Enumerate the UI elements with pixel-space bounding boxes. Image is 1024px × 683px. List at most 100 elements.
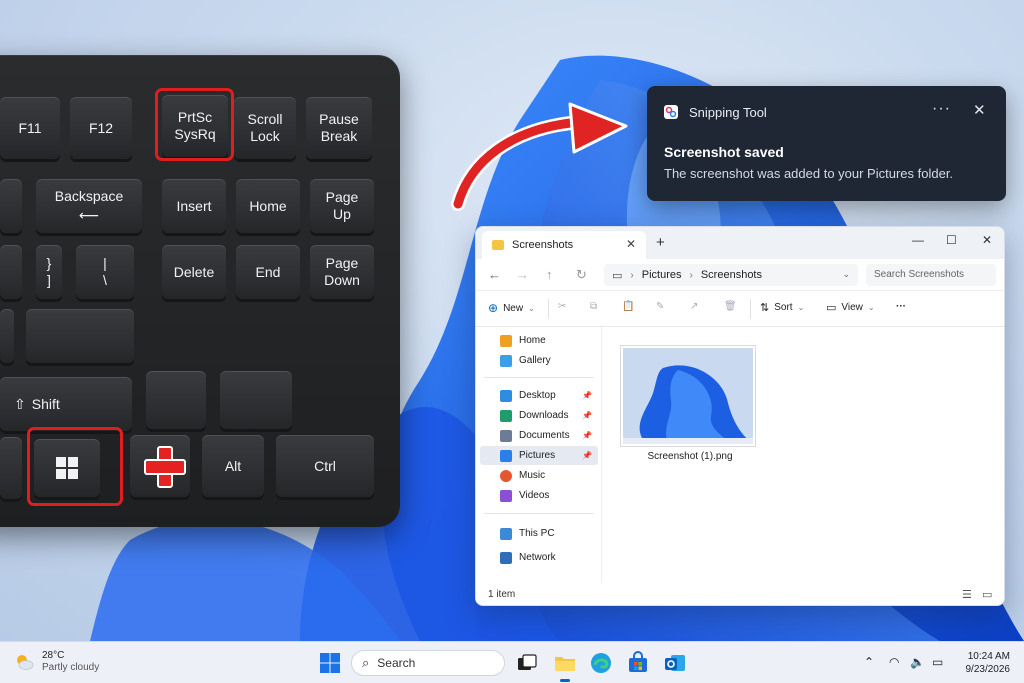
breadcrumb-screenshots[interactable]: Screenshots — [701, 269, 762, 281]
clock[interactable]: 10:24 AM 9/23/2026 — [952, 650, 1011, 676]
windows-start-icon[interactable] — [318, 651, 342, 675]
key-ctrl[interactable]: Ctrl — [276, 435, 374, 497]
chevron-right-icon: › — [689, 269, 693, 281]
home-icon — [500, 334, 512, 347]
sidebar-item-network[interactable]: Network — [480, 548, 598, 567]
battery-icon[interactable]: ▭ — [932, 655, 943, 669]
sidebar-item-home[interactable]: Home — [480, 331, 598, 350]
file-name[interactable]: Screenshot (1).png — [623, 451, 757, 462]
key-alt[interactable]: Alt — [202, 435, 264, 497]
key-f11[interactable]: F11 — [0, 97, 60, 159]
cut-icon[interactable]: ✂ — [558, 301, 566, 312]
file-thumbnail[interactable] — [620, 345, 756, 447]
key-end[interactable]: End — [236, 245, 300, 299]
task-view-icon[interactable] — [515, 651, 539, 675]
paste-icon[interactable]: 📋 — [622, 301, 634, 312]
key-delete[interactable]: Delete — [162, 245, 226, 299]
status-bar: 1 item ☰ ▭ — [476, 583, 1004, 605]
outlook-icon[interactable] — [663, 651, 687, 675]
more-options-icon[interactable]: ··· — [896, 301, 906, 312]
view-button[interactable]: ▭ View ⌄ — [826, 301, 875, 314]
key-partial[interactable] — [0, 309, 14, 363]
sidebar-item-label: Downloads — [519, 410, 569, 421]
key-enter[interactable] — [26, 309, 134, 363]
file-explorer-icon[interactable] — [553, 651, 577, 675]
key-home[interactable]: Home — [236, 179, 300, 233]
key-backspace[interactable]: Backspace ⟵ — [36, 179, 142, 233]
key-partial[interactable] — [0, 437, 22, 499]
close-button[interactable]: ✕ — [982, 233, 992, 247]
copy-icon[interactable]: ⧉ — [590, 301, 597, 312]
key-scroll-lock-label: Scroll Lock — [247, 111, 283, 144]
rename-icon[interactable]: ✎ — [656, 301, 664, 312]
breadcrumb[interactable]: ▭ › Pictures › Screenshots ⌄ — [604, 264, 858, 286]
volume-icon[interactable]: 🔈 — [910, 655, 925, 669]
toast-header: Snipping Tool — [663, 104, 767, 120]
sidebar-item-label: Documents — [519, 430, 570, 441]
monitor-icon: ▭ — [612, 269, 623, 282]
sidebar-item-this-pc[interactable]: This PC — [480, 524, 598, 543]
edge-icon[interactable] — [589, 651, 613, 675]
tiles-view-icon[interactable]: ▭ — [982, 588, 992, 601]
sidebar-item-videos[interactable]: Videos — [480, 486, 598, 505]
key-brace[interactable]: } ] — [36, 245, 62, 299]
share-icon[interactable]: ↗ — [690, 301, 698, 312]
delete-icon[interactable]: 🗑 — [724, 301, 737, 312]
minimize-button[interactable]: — — [912, 233, 924, 247]
details-view-icon[interactable]: ☰ — [962, 588, 972, 601]
this-pc-icon — [500, 527, 512, 540]
key-shift[interactable]: ⇧ Shift — [0, 377, 132, 431]
forward-icon[interactable]: → — [516, 267, 529, 282]
key-up-arrow[interactable] — [220, 371, 292, 429]
breadcrumb-pictures[interactable]: Pictures — [642, 269, 682, 281]
key-page-down[interactable]: Page Down — [310, 245, 374, 299]
key-pause-break-label: Pause Break — [319, 111, 359, 144]
maximize-button[interactable]: ☐ — [946, 233, 957, 247]
sidebar-item-downloads[interactable]: Downloads 📌 — [480, 406, 598, 425]
plus-icon — [142, 444, 186, 488]
wifi-icon[interactable]: ◠ — [889, 655, 899, 669]
key-insert[interactable]: Insert — [162, 179, 226, 233]
tab-title: Screenshots — [512, 239, 574, 251]
file-explorer-window: Screenshots ✕ + — ☐ ✕ ← → ↑ ↻ ▭ › Pictur… — [475, 226, 1005, 606]
key-delete-label: Delete — [173, 263, 215, 280]
key-f12[interactable]: F12 — [70, 97, 132, 159]
sidebar-item-gallery[interactable]: Gallery — [480, 351, 598, 370]
clock-time: 10:24 AM — [967, 651, 1010, 662]
taskbar-search[interactable]: ⌕ Search — [351, 650, 505, 676]
key-f11-label: F11 — [18, 119, 42, 136]
address-bar: ← → ↑ ↻ ▭ › Pictures › Screenshots ⌄ Sea… — [476, 259, 1004, 291]
navigation-pane: Home Gallery Desktop 📌 Downloads 📌 Docum… — [476, 327, 602, 583]
chevron-down-icon[interactable]: ⌄ — [842, 269, 850, 280]
title-bar: Screenshots ✕ + — ☐ ✕ — [476, 227, 1004, 259]
close-icon[interactable]: ✕ — [973, 101, 986, 119]
up-icon[interactable]: ↑ — [546, 267, 553, 282]
sort-button[interactable]: ⇅ Sort ⌄ — [760, 301, 804, 314]
tab-screenshots[interactable]: Screenshots ✕ — [482, 231, 646, 259]
store-icon[interactable] — [626, 651, 650, 675]
new-button[interactable]: ⊕ New ⌄ — [488, 301, 535, 315]
chevron-up-icon[interactable]: ⌃ — [864, 655, 874, 669]
sidebar-item-pictures[interactable]: Pictures 📌 — [480, 446, 598, 465]
key-blank[interactable] — [146, 371, 206, 429]
toast-notification[interactable]: Snipping Tool ··· ✕ Screenshot saved The… — [647, 86, 1006, 201]
sidebar-item-documents[interactable]: Documents 📌 — [480, 426, 598, 445]
search-input[interactable]: Search Screenshots — [866, 264, 996, 286]
key-scroll-lock[interactable]: Scroll Lock — [234, 97, 296, 159]
key-alt-label: Alt — [224, 457, 242, 474]
key-partial[interactable] — [0, 245, 22, 299]
sidebar-item-desktop[interactable]: Desktop 📌 — [480, 386, 598, 405]
chevron-down-icon: ⌄ — [528, 303, 535, 313]
weather-widget[interactable]: 28°C Partly cloudy — [14, 650, 99, 674]
key-page-up[interactable]: Page Up — [310, 179, 374, 233]
new-tab-button[interactable]: + — [656, 234, 665, 251]
more-options-icon[interactable]: ··· — [932, 100, 951, 118]
key-partial[interactable] — [0, 179, 22, 233]
key-pause-break[interactable]: Pause Break — [306, 97, 372, 159]
back-icon[interactable]: ← — [488, 267, 501, 282]
chevron-down-icon: ⌄ — [867, 303, 875, 312]
sidebar-item-music[interactable]: Music — [480, 466, 598, 485]
tab-close-icon[interactable]: ✕ — [626, 237, 636, 251]
refresh-icon[interactable]: ↻ — [576, 267, 587, 283]
key-backslash[interactable]: | \ — [76, 245, 134, 299]
